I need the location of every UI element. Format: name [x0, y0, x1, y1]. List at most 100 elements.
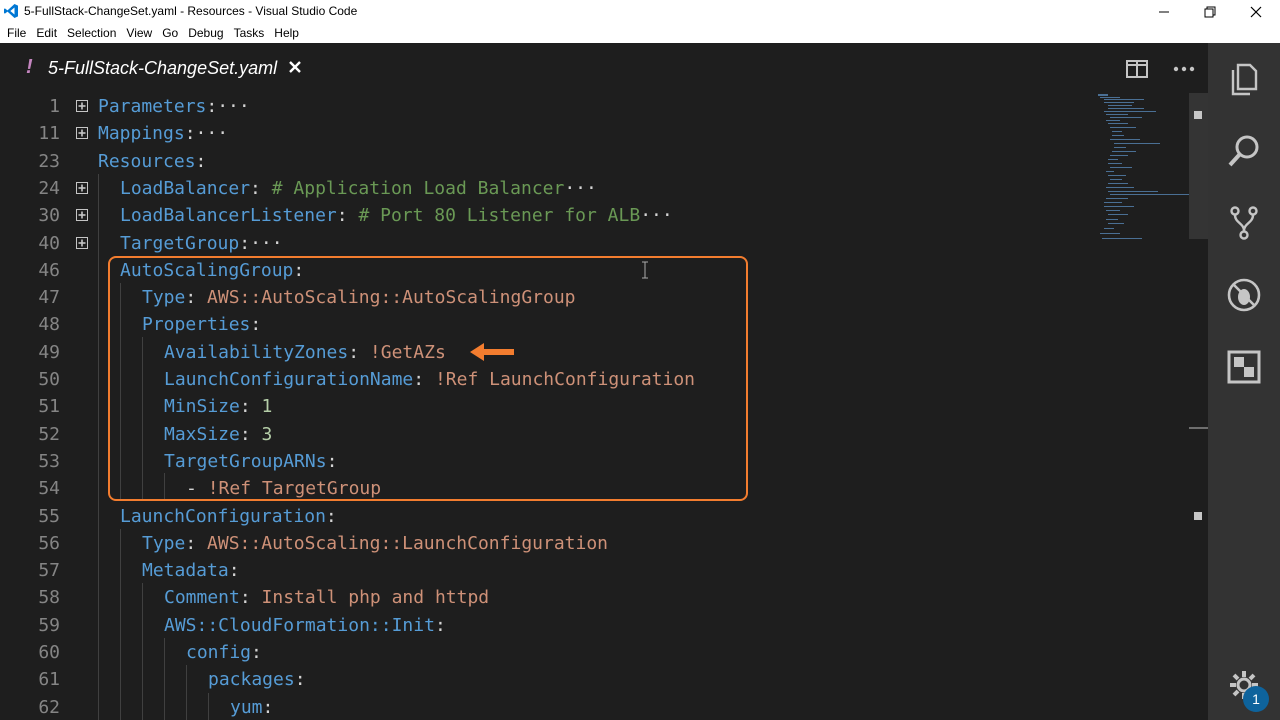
- arrow-left-icon: [470, 343, 514, 361]
- yaml-separator: :: [185, 532, 197, 554]
- window-title: 5-FullStack-ChangeSet.yaml - Resources -…: [24, 4, 358, 18]
- code-content: packages:: [208, 666, 306, 693]
- editor-tab[interactable]: ! 5-FullStack-ChangeSet.yaml: [0, 43, 322, 93]
- menu-bar: File Edit Selection View Go Debug Tasks …: [0, 23, 1280, 43]
- code-line[interactable]: 59 AWS::CloudFormation::Init:: [0, 612, 1090, 639]
- code-content: Parameters:···: [98, 93, 250, 120]
- menu-debug[interactable]: Debug: [183, 26, 228, 40]
- yaml-separator: :: [239, 587, 251, 609]
- yaml-key: Parameters: [98, 96, 207, 117]
- code-content: LaunchConfiguration:: [120, 503, 337, 530]
- menu-edit[interactable]: Edit: [31, 26, 62, 40]
- scrollbar-marker: [1194, 111, 1202, 119]
- yaml-value: # Application Load Balancer: [271, 177, 565, 199]
- yaml-separator: :: [251, 642, 262, 663]
- line-number: 57: [38, 560, 60, 582]
- fold-expand-icon[interactable]: [76, 100, 88, 112]
- close-icon: [289, 61, 301, 73]
- code-content: yum:: [230, 694, 273, 720]
- line-number: 60: [38, 642, 60, 663]
- close-window-button[interactable]: [1233, 0, 1279, 23]
- code-content: Comment: Install php and httpd: [164, 584, 489, 611]
- code-line[interactable]: 62 yum:: [0, 694, 1090, 720]
- yaml-separator: :: [239, 232, 251, 254]
- fold-ellipsis[interactable]: ···: [640, 205, 673, 226]
- line-number: 47: [38, 287, 60, 309]
- activity-bar: [1208, 43, 1280, 720]
- yaml-key: packages: [208, 669, 295, 691]
- yaml-key: LoadBalancer: [120, 177, 251, 199]
- highlight-annotation-box: [108, 256, 748, 501]
- code-line[interactable]: 58 Comment: Install php and httpd: [0, 584, 1090, 611]
- yaml-value: # Port 80 Listener for ALB: [358, 205, 641, 227]
- code-content: Metadata:: [142, 557, 240, 584]
- fold-ellipsis[interactable]: ···: [217, 96, 250, 117]
- menu-selection[interactable]: Selection: [62, 26, 121, 40]
- code-line[interactable]: 23 Resources:: [0, 148, 1090, 175]
- minimap[interactable]: [1096, 93, 1190, 248]
- menu-file[interactable]: File: [2, 26, 31, 40]
- yaml-separator: :: [336, 205, 348, 227]
- code-line[interactable]: 1 Parameters:···: [0, 93, 1090, 120]
- fold-expand-icon[interactable]: [76, 236, 88, 249]
- line-number: 54: [38, 478, 60, 500]
- menu-help[interactable]: Help: [269, 26, 304, 40]
- yaml-separator: :: [294, 669, 306, 691]
- fold-expand-icon[interactable]: [76, 209, 88, 222]
- vscode-logo-icon: [4, 4, 18, 18]
- tab-close-button[interactable]: [286, 58, 304, 76]
- scrollbar-marker: [1194, 512, 1202, 520]
- debug-icon[interactable]: [1226, 277, 1262, 313]
- yaml-key: AWS::CloudFormation::Init: [164, 614, 435, 636]
- line-number: 62: [38, 696, 60, 718]
- editor-tab-bar: ! 5-FullStack-ChangeSet.yaml: [0, 43, 1208, 93]
- search-icon[interactable]: [1226, 133, 1262, 169]
- code-line[interactable]: 60 config:: [0, 639, 1090, 666]
- yaml-value: AWS::AutoScaling::LaunchConfiguration: [207, 532, 609, 554]
- code-editor[interactable]: 1 Parameters:··· 11 Mappings:··· 23 Resources…: [0, 93, 1208, 720]
- fold-expand-icon[interactable]: [76, 127, 88, 140]
- yaml-separator: :: [206, 96, 218, 117]
- yaml-separator: :: [250, 177, 261, 199]
- yaml-key: yum: [230, 696, 263, 718]
- code-line[interactable]: 57 Metadata:: [0, 557, 1090, 584]
- code-line[interactable]: 55 LaunchConfiguration:: [0, 503, 1090, 530]
- menu-go[interactable]: Go: [157, 26, 183, 40]
- code-line[interactable]: 11 Mappings:···: [0, 120, 1090, 147]
- line-number: 48: [38, 314, 60, 336]
- menu-view[interactable]: View: [121, 26, 157, 40]
- source-control-icon[interactable]: [1226, 205, 1262, 241]
- yaml-key: Mappings: [98, 123, 185, 145]
- extensions-icon[interactable]: [1226, 349, 1262, 385]
- code-line[interactable]: 40 TargetGroup:···: [0, 230, 1090, 257]
- line-number: 61: [38, 669, 60, 691]
- minimize-button[interactable]: [1141, 0, 1187, 23]
- yaml-separator: :: [262, 696, 274, 718]
- line-number: 50: [38, 369, 60, 390]
- more-actions-button[interactable]: [1173, 58, 1195, 80]
- explorer-icon[interactable]: [1226, 61, 1262, 97]
- yaml-separator: :: [325, 505, 337, 527]
- code-line[interactable]: 24 LoadBalancer: # Application Load Balan…: [0, 175, 1090, 202]
- line-number: 58: [38, 587, 60, 609]
- scrollbar-cursor-line: [1189, 427, 1208, 429]
- yaml-separator: :: [228, 560, 240, 582]
- line-number: 1: [49, 96, 60, 117]
- line-number: 40: [38, 232, 60, 254]
- fold-ellipsis[interactable]: ···: [250, 233, 283, 254]
- code-content: TargetGroup:···: [120, 230, 283, 257]
- line-number: 53: [38, 450, 60, 472]
- title-bar: 5-FullStack-ChangeSet.yaml - Resources -…: [0, 0, 1280, 23]
- split-editor-button[interactable]: [1126, 58, 1148, 80]
- fold-expand-icon[interactable]: [76, 181, 88, 194]
- restore-button[interactable]: [1187, 0, 1233, 23]
- line-number: 52: [38, 423, 60, 445]
- fold-ellipsis[interactable]: ···: [564, 178, 597, 199]
- code-line[interactable]: 61 packages:: [0, 666, 1090, 693]
- code-line[interactable]: 56 Type: AWS::AutoScaling::LaunchConfigur…: [0, 530, 1090, 557]
- yaml-key: LaunchConfiguration: [120, 505, 326, 527]
- menu-tasks[interactable]: Tasks: [229, 26, 270, 40]
- code-line[interactable]: 30 LoadBalancerListener: # Port 80 Listen…: [0, 202, 1090, 229]
- yaml-separator: :: [195, 150, 207, 172]
- fold-ellipsis[interactable]: ···: [196, 123, 229, 144]
